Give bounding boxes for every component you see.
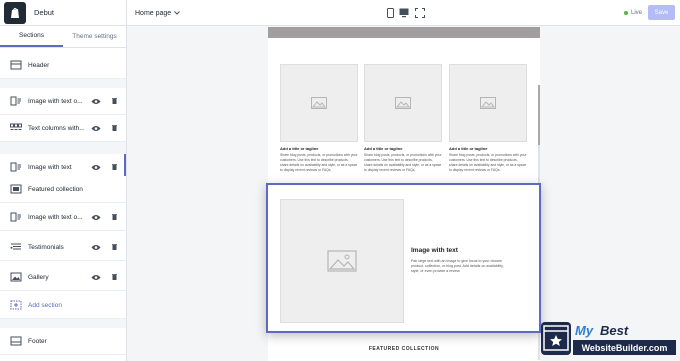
sidebar-item-label: Image with text	[28, 163, 72, 171]
image-placeholder	[364, 64, 442, 142]
eye-icon[interactable]	[91, 98, 101, 105]
theme-name: Debut	[34, 8, 55, 17]
preview-banner	[268, 27, 540, 38]
trash-icon[interactable]	[112, 125, 117, 131]
eye-icon[interactable]	[91, 274, 101, 281]
sidebar-item-label: Header	[28, 61, 50, 69]
eye-icon[interactable]	[91, 125, 101, 132]
text-columns-icon	[10, 123, 22, 133]
page-select-label: Home page	[135, 9, 172, 17]
column-title: Add a title or tagline	[449, 146, 488, 151]
add-section-icon	[10, 300, 22, 310]
image-with-text-icon	[10, 212, 22, 222]
image-placeholder	[449, 64, 527, 142]
preview-scrollbar-thumb[interactable]	[538, 85, 540, 145]
eye-icon[interactable]	[91, 214, 101, 221]
sidebar-item-label: Testimonials	[28, 243, 64, 251]
text-column: Add a title or tagline Share blog posts,…	[280, 64, 358, 173]
sidebar-item-label: Text columns with...	[28, 124, 85, 132]
logo-text-domain: WebsiteBuilder.com	[573, 340, 676, 355]
trash-icon[interactable]	[112, 214, 117, 220]
add-section-button[interactable]: Add section	[0, 292, 126, 319]
sidebar-item-gallery[interactable]: Gallery	[0, 264, 126, 291]
column-text: Share blog posts, products, or promotion…	[449, 153, 527, 172]
top-bar: Home page Live Save	[127, 0, 680, 26]
image-placeholder-icon	[480, 97, 496, 109]
live-label: Live	[631, 10, 643, 16]
testimonials-icon	[10, 242, 22, 252]
shopify-logo-icon[interactable]	[4, 1, 26, 24]
image-with-text-icon	[10, 162, 22, 172]
column-text: Share blog posts, products, or promotion…	[364, 153, 442, 172]
sidebar-item-label: Gallery	[28, 273, 49, 281]
sidebar-item-testimonials[interactable]: Testimonials	[0, 234, 126, 261]
tab-theme-settings[interactable]: Theme settings	[63, 26, 126, 47]
eye-icon[interactable]	[91, 244, 101, 251]
footer-icon	[10, 336, 22, 346]
image-placeholder	[280, 199, 404, 323]
trash-icon[interactable]	[112, 244, 117, 250]
trash-icon[interactable]	[112, 274, 117, 280]
image-placeholder-icon	[395, 97, 411, 109]
eye-icon[interactable]	[91, 164, 101, 171]
page-select[interactable]: Home page	[135, 0, 181, 26]
section-text: Pair large text with an image to give fo…	[411, 259, 504, 273]
sidebar-separator	[0, 318, 126, 328]
sidebar-header: Debut	[0, 0, 126, 26]
desktop-view-icon[interactable]	[399, 8, 409, 18]
image-placeholder-icon	[311, 97, 327, 109]
trash-icon[interactable]	[112, 98, 117, 104]
image-placeholder-icon	[327, 250, 357, 272]
sidebar-item-label: Image with text o...	[28, 97, 83, 105]
sidebar-item-label: Image with text o...	[28, 213, 83, 221]
sidebar-item-featured-collection[interactable]: Featured collection	[0, 176, 126, 203]
sidebar-item-label: Featured collection	[28, 185, 83, 193]
chevron-down-icon	[174, 11, 181, 15]
logo-text-my: My	[575, 323, 594, 338]
browser-window-icon	[541, 322, 571, 355]
column-text: Share blog posts, products, or promotion…	[280, 153, 358, 172]
column-title: Add a title or tagline	[364, 146, 403, 151]
section-title: Image with text	[411, 247, 458, 254]
sidebar-item-header[interactable]: Header	[0, 52, 126, 79]
image-with-text-icon	[10, 96, 22, 106]
tab-sections[interactable]: Sections	[0, 26, 63, 47]
text-column: Add a title or tagline Share blog posts,…	[364, 64, 442, 173]
fullscreen-icon[interactable]	[415, 8, 425, 18]
trash-icon[interactable]	[112, 164, 117, 170]
sidebar-item-image-with-text-overlay[interactable]: Image with text o...	[0, 88, 126, 115]
add-section-label: Add section	[28, 301, 62, 309]
live-dot-icon	[624, 11, 628, 15]
sidebar-item-image-with-text-overlay-2[interactable]: Image with text o...	[0, 204, 126, 231]
featured-collection-heading: FEATURED COLLECTION	[368, 346, 440, 352]
selected-section-image-with-text[interactable]: Image with text Pair large text with an …	[266, 183, 541, 333]
sidebar-item-text-columns[interactable]: Text columns with...	[0, 115, 126, 142]
sidebar-item-label: Footer	[28, 337, 47, 345]
mybestwebsitebuilder-logo: My Best WebsiteBuilder.com	[541, 321, 676, 357]
sidebar-separator	[0, 79, 126, 88]
header-icon	[10, 60, 22, 70]
sidebar-item-footer[interactable]: Footer	[0, 328, 126, 355]
column-title: Add a title or tagline	[280, 146, 319, 151]
text-column: Add a title or tagline Share blog posts,…	[449, 64, 527, 173]
logo-text-best: Best	[600, 323, 629, 338]
featured-collection-icon	[10, 184, 22, 194]
sidebar-separator	[0, 142, 126, 154]
gallery-icon	[10, 272, 22, 282]
sidebar-tabs: Sections Theme settings	[0, 26, 126, 48]
image-placeholder	[280, 64, 358, 142]
save-button[interactable]: Save	[648, 5, 675, 20]
live-status: Live	[624, 0, 642, 26]
mobile-view-icon[interactable]	[385, 8, 395, 18]
